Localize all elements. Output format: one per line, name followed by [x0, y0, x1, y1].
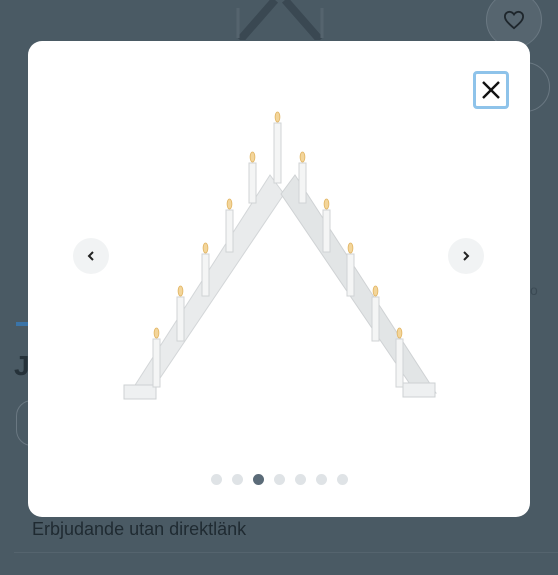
pagination-dot[interactable] — [315, 474, 327, 485]
close-button[interactable] — [473, 71, 509, 109]
pagination-dot[interactable] — [294, 474, 306, 485]
chevron-left-icon — [87, 251, 94, 261]
pagination-dot[interactable] — [273, 474, 285, 485]
image-pagination — [28, 474, 530, 485]
close-icon — [482, 81, 500, 99]
previous-image-button[interactable] — [73, 238, 109, 274]
pagination-dot[interactable] — [210, 474, 222, 485]
pagination-dot[interactable] — [336, 474, 348, 485]
pagination-dot[interactable] — [252, 474, 264, 485]
next-image-button[interactable] — [448, 238, 484, 274]
candle-bridge-image — [123, 111, 437, 400]
candle-bridge-thumbnail-icon — [236, 0, 324, 40]
offer-text: Erbjudande utan direktlänk — [32, 519, 247, 539]
divider — [14, 552, 558, 553]
chevron-right-icon — [463, 251, 470, 261]
side-link-fragment[interactable]: o — [530, 282, 538, 298]
heart-icon — [503, 10, 525, 30]
pagination-dot[interactable] — [231, 474, 243, 485]
image-gallery-modal — [28, 41, 530, 517]
